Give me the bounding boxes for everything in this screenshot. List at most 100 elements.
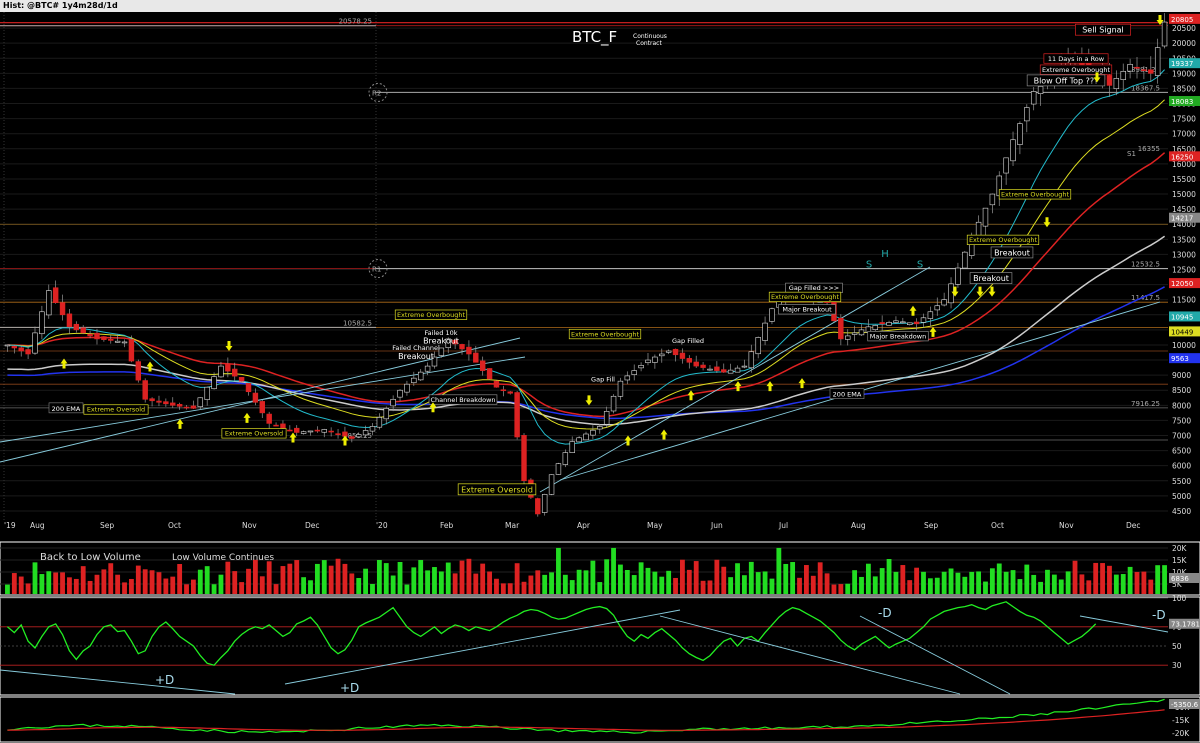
volume-bar [535, 570, 541, 594]
volume-bar [955, 572, 961, 594]
volume-bar [314, 563, 320, 594]
candle-body [900, 321, 906, 324]
candle-body [927, 311, 934, 319]
rsi-tick-label: 30 [1172, 661, 1182, 670]
volume-bar [680, 559, 685, 594]
candle-body [376, 417, 383, 428]
month-label: Oct [168, 521, 181, 530]
volume-bar [232, 571, 238, 594]
volume-bar [769, 578, 775, 594]
annotation-label: Channel Breakdown [430, 396, 495, 404]
annotation-label: Extreme Overbought [1001, 191, 1070, 199]
volume-bar [1079, 574, 1085, 594]
volume-bar [921, 571, 926, 594]
month-label: Apr [577, 521, 591, 530]
volume-bar [996, 563, 1002, 594]
volume-bar [459, 560, 465, 594]
volume-bar [301, 577, 307, 594]
volume-bar [129, 578, 134, 594]
volume-bar [60, 572, 65, 594]
volume-bar [1003, 571, 1009, 594]
volume-bar [239, 582, 245, 594]
volume-bar [445, 562, 451, 594]
volume-bar [1072, 560, 1078, 594]
rsi-divergence-label: -D [1152, 608, 1166, 622]
volume-bar [1141, 571, 1147, 594]
month-label: Oct [991, 521, 1004, 530]
volume-bar [1107, 565, 1112, 594]
candle-body [252, 392, 259, 403]
candle-body [638, 365, 644, 369]
candle-body [583, 433, 589, 441]
volume-bar [1017, 579, 1023, 594]
volume-bar [156, 572, 162, 594]
volume-bar [983, 581, 988, 594]
candle-body [197, 397, 204, 408]
ema-label: 200 EMA [833, 391, 862, 399]
month-label: Dec [305, 521, 320, 530]
volume-bar [542, 574, 548, 594]
volume-bar [914, 567, 920, 594]
volume-bar [218, 574, 224, 594]
volume-bar [1162, 565, 1167, 594]
volume-bar [562, 574, 568, 594]
price-tick-label: 15500 [1172, 175, 1196, 184]
volume-bar [356, 578, 362, 594]
month-label: May [647, 521, 663, 530]
annotation-label: Failed Channel [392, 344, 440, 352]
volume-bar [762, 571, 768, 594]
candle-body [741, 365, 748, 368]
axis-badge-label: 73.1781 [1171, 621, 1200, 629]
candle-body [493, 380, 500, 388]
annotation-label: Extreme Overbought [771, 293, 840, 301]
volume-bar [101, 569, 107, 594]
candle-body [514, 392, 520, 438]
volume-bar [494, 578, 499, 594]
candle-body [411, 377, 417, 384]
volume-bar [135, 565, 141, 594]
chart-canvas[interactable]: 4500 5000 5500 6000 6500 7000 7500 8000 8500 9000… [0, 12, 1200, 743]
price-tick-label: 9000 [1172, 371, 1191, 380]
price-tick-label: 4500 [1172, 507, 1191, 516]
volume-bar [487, 571, 492, 594]
candle-body [920, 317, 927, 323]
month-label: Nov [1059, 521, 1074, 530]
volume-bar [149, 570, 155, 594]
volume-bar [714, 559, 720, 594]
price-tick-label: 6500 [1172, 447, 1191, 456]
volume-bar [976, 571, 982, 594]
volume-bar [67, 577, 72, 594]
volume-panel: 20K15K10K5KBack to Low Volume Low Volume … [0, 541, 1200, 596]
price-tick-label: 13500 [1172, 235, 1196, 244]
oscillator-tick-label: -15K [1172, 716, 1190, 725]
candle-body [507, 391, 513, 394]
candle-body [321, 429, 327, 433]
volume-bar [707, 580, 713, 594]
volume-bar [273, 584, 279, 594]
candle-body [659, 353, 665, 357]
volume-bar [748, 561, 754, 594]
candle-body [273, 424, 279, 427]
volume-bar [46, 571, 52, 594]
volume-bar [425, 570, 430, 594]
volume-bar [790, 562, 796, 594]
candle-body [383, 408, 389, 420]
candle-body [232, 368, 238, 377]
candle-body [521, 435, 527, 482]
month-label: '19 [4, 521, 16, 530]
volume-bar [432, 567, 437, 594]
candle-body [652, 356, 658, 363]
volume-bar [1093, 562, 1099, 594]
candle-body [328, 430, 334, 433]
candle-body [838, 317, 844, 340]
candle-body [18, 347, 24, 352]
volume-bar [363, 568, 369, 594]
volume-bar [941, 571, 947, 594]
volume-bar [824, 573, 830, 594]
candle-body [39, 311, 45, 335]
volume-bar [803, 565, 809, 594]
candle-body [569, 441, 575, 453]
volume-bar [810, 575, 816, 594]
candle-body [755, 337, 761, 355]
price-tick-label: 10000 [1172, 341, 1196, 350]
